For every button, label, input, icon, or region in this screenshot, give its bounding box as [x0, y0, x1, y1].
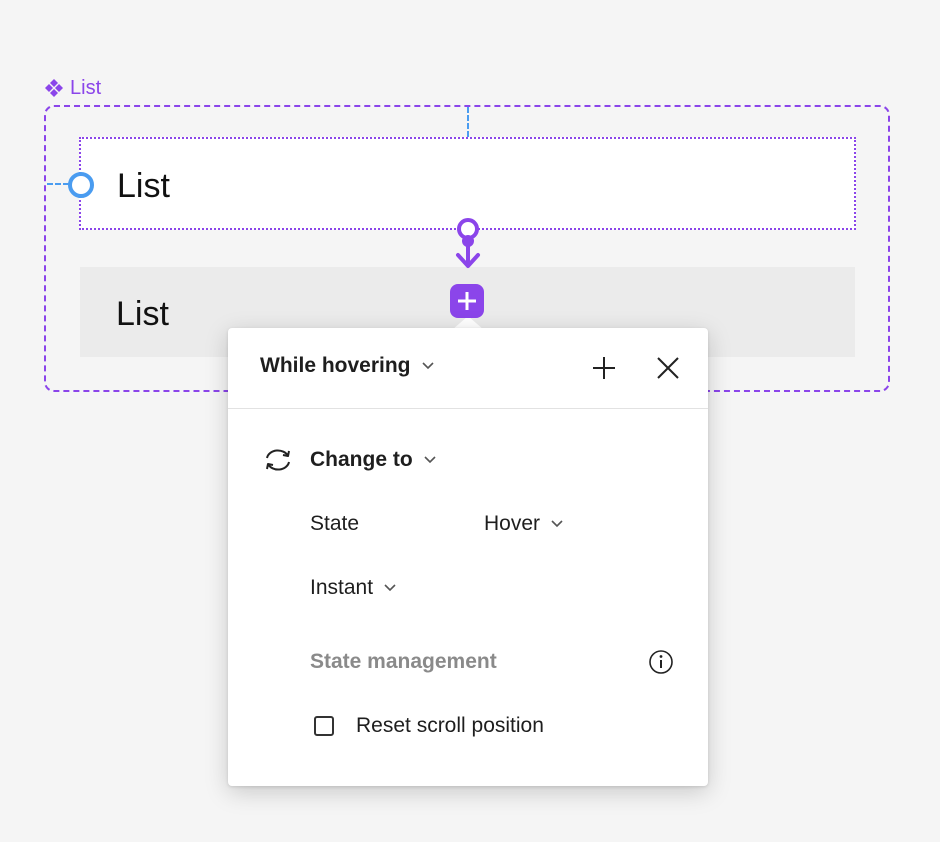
component-diamond-icon — [45, 79, 63, 97]
spacing-guide-top — [467, 107, 469, 137]
chevron-down-icon — [384, 584, 396, 592]
action-label: Change to — [310, 448, 413, 471]
info-icon[interactable] — [648, 649, 674, 675]
component-label[interactable]: List — [44, 76, 101, 100]
section-title: State management — [310, 650, 497, 674]
state-value: Hover — [484, 512, 541, 535]
transition-select[interactable]: Instant — [310, 576, 397, 600]
trigger-label: While hovering — [260, 354, 411, 377]
swap-arrows-icon — [266, 449, 290, 471]
transition-value: Instant — [310, 576, 374, 599]
reset-scroll-option[interactable]: Reset scroll position — [314, 714, 544, 738]
reset-scroll-label: Reset scroll position — [356, 714, 544, 737]
add-action-button[interactable] — [590, 354, 618, 382]
action-select[interactable]: Change to — [262, 446, 437, 474]
interaction-badge[interactable] — [450, 284, 484, 318]
list-item-label: List — [117, 167, 170, 205]
close-button[interactable] — [654, 354, 682, 382]
state-label: State — [310, 512, 359, 536]
state-label-text: State — [310, 512, 360, 535]
spacing-guide-left — [47, 183, 69, 185]
section-title-text: State management — [310, 650, 497, 673]
plus-icon — [458, 292, 476, 310]
prototype-start-handle[interactable] — [68, 172, 94, 198]
trigger-select[interactable]: While hovering — [260, 354, 435, 378]
component-name: List — [70, 76, 102, 99]
panel-divider — [228, 408, 708, 409]
state-select[interactable]: Hover — [484, 512, 564, 536]
chevron-down-icon — [551, 520, 563, 528]
chevron-down-icon — [424, 456, 436, 464]
interaction-panel: While hovering Change to State Hover Ins… — [228, 328, 708, 786]
reset-scroll-checkbox[interactable] — [314, 716, 334, 736]
interaction-connector[interactable] — [450, 215, 486, 271]
chevron-down-icon — [421, 362, 434, 370]
list-item-label: List — [116, 295, 169, 333]
